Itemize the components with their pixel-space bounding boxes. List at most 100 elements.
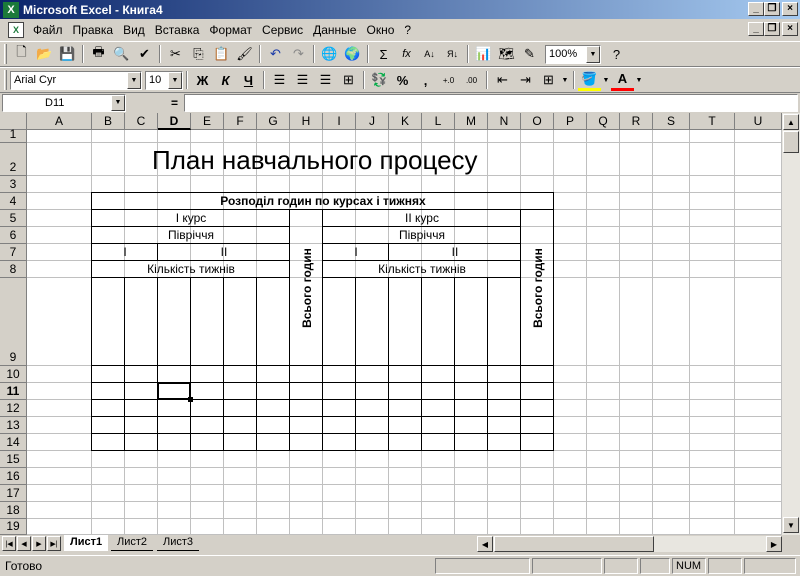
vertical-scrollbar[interactable]: ▲ ▼ bbox=[782, 113, 800, 535]
percent-button[interactable]: % bbox=[391, 69, 414, 91]
column-header-N[interactable]: N bbox=[488, 113, 521, 130]
column-header-G[interactable]: G bbox=[257, 113, 290, 130]
column-header-Q[interactable]: Q bbox=[587, 113, 620, 130]
column-header-R[interactable]: R bbox=[620, 113, 653, 130]
font-color-icon[interactable]: A bbox=[611, 69, 634, 91]
scroll-left-icon[interactable]: ◀ bbox=[477, 536, 493, 552]
column-header-U[interactable]: U bbox=[735, 113, 782, 130]
menu-window[interactable]: Окно bbox=[361, 23, 399, 37]
row-header-5[interactable]: 5 bbox=[0, 210, 27, 227]
column-header-I[interactable]: I bbox=[323, 113, 356, 130]
row-header-2[interactable]: 2 bbox=[0, 143, 27, 176]
row-header-1[interactable]: 1 bbox=[0, 127, 27, 143]
column-header-E[interactable]: E bbox=[191, 113, 224, 130]
doc-minimize-button[interactable]: _ bbox=[748, 22, 764, 36]
borders-dropdown-icon[interactable]: ▼ bbox=[560, 69, 570, 91]
italic-button[interactable]: К bbox=[214, 69, 237, 91]
row-header-3[interactable]: 3 bbox=[0, 176, 27, 193]
fill-handle[interactable] bbox=[188, 397, 193, 402]
increase-indent-icon[interactable]: ⇥ bbox=[514, 69, 537, 91]
row-header-19[interactable]: 19 bbox=[0, 519, 27, 535]
restore-button[interactable]: ❐ bbox=[764, 2, 780, 16]
column-header-C[interactable]: C bbox=[125, 113, 158, 130]
font-color-dropdown-icon[interactable]: ▼ bbox=[634, 69, 644, 91]
menu-format[interactable]: Формат bbox=[204, 23, 257, 37]
cut-icon[interactable]: ✂ bbox=[164, 43, 187, 65]
selected-cell[interactable] bbox=[157, 382, 191, 400]
prev-sheet-icon[interactable]: ◀ bbox=[17, 536, 31, 551]
print-icon[interactable]: 🖶 bbox=[87, 43, 110, 65]
column-header-O[interactable]: O bbox=[521, 113, 554, 130]
edit-formula-button[interactable]: = bbox=[128, 94, 184, 112]
column-header-H[interactable]: H bbox=[290, 113, 323, 130]
doc-restore-button[interactable]: ❐ bbox=[764, 22, 780, 36]
undo-icon[interactable]: ↶ bbox=[264, 43, 287, 65]
column-header-L[interactable]: L bbox=[422, 113, 455, 130]
copy-icon[interactable]: ⎘ bbox=[187, 43, 210, 65]
function-icon[interactable]: fx bbox=[395, 43, 418, 65]
formula-input[interactable] bbox=[184, 94, 798, 112]
borders-icon[interactable]: ⊞ bbox=[537, 69, 560, 91]
increase-decimal-icon[interactable]: +.0 bbox=[437, 69, 460, 91]
align-left-icon[interactable]: ☰ bbox=[268, 69, 291, 91]
align-center-icon[interactable]: ☰ bbox=[291, 69, 314, 91]
scroll-right-icon[interactable]: ▶ bbox=[766, 536, 782, 552]
open-icon[interactable]: 📂 bbox=[33, 43, 56, 65]
redo-icon[interactable]: ↷ bbox=[287, 43, 310, 65]
sheet-tab-3[interactable]: Лист3 bbox=[157, 535, 200, 551]
zoom-select[interactable]: 100% ▼ bbox=[545, 44, 601, 64]
autosum-icon[interactable]: Σ bbox=[372, 43, 395, 65]
currency-icon[interactable]: 💱 bbox=[368, 69, 391, 91]
menu-edit[interactable]: Правка bbox=[68, 23, 119, 37]
paste-icon[interactable]: 📋 bbox=[210, 43, 233, 65]
new-icon[interactable]: 🗋 bbox=[10, 43, 33, 65]
row-header-14[interactable]: 14 bbox=[0, 434, 27, 451]
decrease-indent-icon[interactable]: ⇤ bbox=[491, 69, 514, 91]
toolbar-grip[interactable] bbox=[4, 44, 7, 64]
column-header-T[interactable]: T bbox=[690, 113, 735, 130]
menu-data[interactable]: Данные bbox=[308, 23, 361, 37]
row-header-10[interactable]: 10 bbox=[0, 366, 27, 383]
close-button[interactable]: × bbox=[782, 2, 798, 16]
format-painter-icon[interactable]: 🖌 bbox=[233, 43, 256, 65]
minimize-button[interactable]: _ bbox=[748, 2, 764, 16]
excel-app-icon[interactable]: X bbox=[3, 1, 19, 18]
column-header-S[interactable]: S bbox=[653, 113, 690, 130]
chevron-down-icon[interactable]: ▼ bbox=[111, 95, 125, 111]
merge-center-icon[interactable]: ⊞ bbox=[337, 69, 360, 91]
name-box[interactable]: D11 ▼ bbox=[2, 94, 126, 112]
menu-help[interactable]: ? bbox=[399, 23, 416, 37]
first-sheet-icon[interactable]: |◀ bbox=[2, 536, 16, 551]
save-icon[interactable]: 💾 bbox=[56, 43, 79, 65]
web-toolbar-icon[interactable]: 🌍 bbox=[341, 43, 364, 65]
row-header-18[interactable]: 18 bbox=[0, 502, 27, 519]
row-header-4[interactable]: 4 bbox=[0, 193, 27, 210]
column-header-P[interactable]: P bbox=[554, 113, 587, 130]
doc-close-button[interactable]: × bbox=[782, 22, 798, 36]
bold-button[interactable]: Ж bbox=[191, 69, 214, 91]
row-header-15[interactable]: 15 bbox=[0, 451, 27, 468]
last-sheet-icon[interactable]: ▶| bbox=[47, 536, 61, 551]
menu-file[interactable]: Файл bbox=[28, 23, 68, 37]
chart-wizard-icon[interactable]: 📊 bbox=[472, 43, 495, 65]
worksheet-grid[interactable]: A B C D E F G H I J K L M N O P Q R S T U 1 2 3 4 5 6 7 8 9 10 11 12 13 14… bbox=[0, 113, 782, 535]
column-header-K[interactable]: K bbox=[389, 113, 422, 130]
row-header-17[interactable]: 17 bbox=[0, 485, 27, 502]
row-header-7[interactable]: 7 bbox=[0, 244, 27, 261]
sheet-tab-1[interactable]: Лист1 bbox=[64, 535, 109, 551]
row-header-6[interactable]: 6 bbox=[0, 227, 27, 244]
chevron-down-icon[interactable]: ▼ bbox=[168, 71, 182, 89]
row-header-11[interactable]: 11 bbox=[0, 383, 27, 400]
comma-button[interactable]: , bbox=[414, 69, 437, 91]
horizontal-scrollbar[interactable]: ◀ ▶ bbox=[477, 536, 782, 552]
toolbar-grip[interactable] bbox=[4, 70, 7, 90]
menu-view[interactable]: Вид bbox=[118, 23, 150, 37]
sort-descending-icon[interactable]: Я↓ bbox=[441, 43, 464, 65]
fill-color-dropdown-icon[interactable]: ▼ bbox=[601, 69, 611, 91]
column-header-B[interactable]: B bbox=[92, 113, 125, 130]
drawing-icon[interactable]: ✎ bbox=[518, 43, 541, 65]
column-header-J[interactable]: J bbox=[356, 113, 389, 130]
column-header-A[interactable]: A bbox=[27, 113, 92, 130]
next-sheet-icon[interactable]: ▶ bbox=[32, 536, 46, 551]
chevron-down-icon[interactable]: ▼ bbox=[586, 45, 600, 63]
